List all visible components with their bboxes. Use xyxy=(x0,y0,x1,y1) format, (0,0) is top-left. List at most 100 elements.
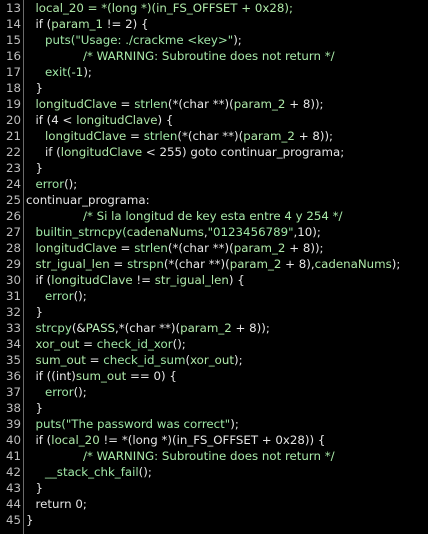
code-text: } xyxy=(36,480,44,496)
code-line[interactable]: 41 /* WARNING: Subroutine does not return… xyxy=(0,448,428,464)
code-token: sum_out xyxy=(75,369,127,383)
code-line[interactable]: 18} xyxy=(0,80,428,96)
code-line[interactable]: 15 puts("Usage: ./crackme <key>"); xyxy=(0,32,428,48)
code-token: ); xyxy=(233,353,243,367)
code-text: xor_out = check_id_xor(); xyxy=(36,336,186,352)
code-token: = xyxy=(109,257,128,271)
code-token: param_2 xyxy=(243,129,295,143)
code-line[interactable]: 40 if (local_20 != *(long *)(in_FS_OFFSET… xyxy=(0,432,428,448)
code-text: str_igual_len = strspn(*(char **)(param_… xyxy=(36,256,401,272)
code-token: ); xyxy=(230,417,239,431)
line-number: 19 xyxy=(5,97,21,111)
code-line[interactable]: 29 str_igual_len = strspn(*(char **)(para… xyxy=(0,256,428,272)
code-token: sum_out xyxy=(35,353,86,367)
code-text: sum_out = check_id_sum(xor_out); xyxy=(36,352,243,368)
code-line[interactable]: 34 xor_out = check_id_xor(); xyxy=(0,336,428,352)
code-token: (& xyxy=(71,321,86,335)
code-token: if ( xyxy=(35,273,52,287)
code-line[interactable]: 32} xyxy=(0,304,428,320)
code-line[interactable]: 33 strcpy(&PASS,*(char **)(param_2 + 8)); xyxy=(0,320,428,336)
line-number: 43 xyxy=(5,481,21,495)
code-token: longitudClave xyxy=(35,241,117,255)
code-token: } xyxy=(35,481,44,495)
line-number: 17 xyxy=(5,65,21,79)
code-token: puts( xyxy=(35,417,66,431)
code-text: __stack_chk_fail(); xyxy=(45,464,152,480)
code-token: strlen xyxy=(134,241,168,255)
code-token: str_igual_len xyxy=(154,273,229,287)
code-line[interactable]: 42 __stack_chk_fail(); xyxy=(0,464,428,480)
code-token: strspn xyxy=(127,257,164,271)
code-token: local_20 xyxy=(51,433,100,447)
code-line[interactable]: 24 error(); xyxy=(0,176,428,192)
code-line[interactable]: 20 if (4 < longitudClave) { xyxy=(0,112,428,128)
code-line[interactable]: 43} xyxy=(0,480,428,496)
code-text: } xyxy=(26,512,34,528)
code-line[interactable]: 35 sum_out = check_id_sum(xor_out); xyxy=(0,352,428,368)
decompiler-code-view[interactable]: 13 local_20 = *(long *)(in_FS_OFFSET + 0x… xyxy=(0,0,428,534)
code-token: return 0; xyxy=(35,497,87,511)
code-token: (); xyxy=(138,465,152,479)
code-token: "0123456789" xyxy=(207,225,294,239)
code-token: /* WARNING: Subroutine does not return *… xyxy=(83,49,335,63)
code-token: ,*(char **)( xyxy=(115,321,181,335)
code-token: PASS xyxy=(85,321,116,335)
line-number: 23 xyxy=(5,161,21,175)
code-text: /* WARNING: Subroutine does not return *… xyxy=(83,448,335,464)
code-token: + 8)); xyxy=(285,241,324,255)
code-line[interactable]: 36 if ((int)sum_out == 0) { xyxy=(0,368,428,384)
code-token: param_2 xyxy=(233,241,286,255)
code-token: } xyxy=(26,513,34,527)
code-text: if (longitudClave < 255) goto continuar_… xyxy=(45,144,344,160)
code-line[interactable]: 14 if (param_1 != 2) { xyxy=(0,16,428,32)
code-line[interactable]: 25 continuar_programa: xyxy=(0,192,428,208)
code-line[interactable]: 28 longitudClave = strlen(*(char **)(para… xyxy=(0,240,428,256)
code-line[interactable]: 27 builtin_strncpy(cadenaNums,"0123456789… xyxy=(0,224,428,240)
code-token: = xyxy=(116,241,135,255)
code-token: param_2 xyxy=(180,321,232,335)
code-line[interactable]: 37 error(); xyxy=(0,384,428,400)
code-token: if ( xyxy=(35,433,52,447)
code-text: } xyxy=(36,400,44,416)
code-token: + 8)); xyxy=(231,321,270,335)
code-text: exit(-1); xyxy=(45,64,92,80)
code-token: (); xyxy=(73,289,87,303)
code-token: ); xyxy=(233,33,242,47)
code-token: = xyxy=(116,97,135,111)
code-token: (*(char **)( xyxy=(167,241,234,255)
code-line[interactable]: 17 exit(-1); xyxy=(0,64,428,80)
code-line[interactable]: 13 local_20 = *(long *)(in_FS_OFFSET + 0x… xyxy=(0,0,428,16)
code-token: if ( xyxy=(45,145,61,159)
line-number: 40 xyxy=(5,433,21,447)
code-token: strlen xyxy=(143,129,178,143)
line-number: 44 xyxy=(5,497,21,511)
code-token: (*(char **)( xyxy=(163,257,230,271)
code-line[interactable]: 30 if (longitudClave != str_igual_len) { xyxy=(0,272,428,288)
code-token: } xyxy=(35,305,44,319)
code-token: (*(char **)( xyxy=(167,97,234,111)
code-line[interactable]: 21 longitudClave = strlen(*(char **)(para… xyxy=(0,128,428,144)
code-token: (); xyxy=(73,385,87,399)
code-token: = xyxy=(79,337,97,351)
code-line[interactable]: 26 /* Si la longitud de key esta entre 4 … xyxy=(0,208,428,224)
code-line[interactable]: 22 if (longitudClave < 255) goto continua… xyxy=(0,144,428,160)
code-token: = xyxy=(126,129,144,143)
code-line[interactable]: 44 return 0; xyxy=(0,496,428,512)
code-line[interactable]: 45} xyxy=(0,512,428,528)
code-line[interactable]: 31 error(); xyxy=(0,288,428,304)
code-line[interactable]: 16 /* WARNING: Subroutine does not return… xyxy=(0,48,428,64)
code-token: local_20 = *(long *)(in_FS_OFFSET + 0x28… xyxy=(35,1,293,15)
line-number: 36 xyxy=(5,369,21,383)
code-token: error xyxy=(35,177,65,191)
code-token: check_id_xor xyxy=(96,337,173,351)
code-line[interactable]: 38} xyxy=(0,400,428,416)
line-number: 22 xyxy=(5,145,21,159)
code-line[interactable]: 19 longitudClave = strlen(*(char **)(para… xyxy=(0,96,428,112)
code-token: == 0) { xyxy=(126,369,177,383)
code-line[interactable]: 39 puts("The password was correct"); xyxy=(0,416,428,432)
code-token: longitudClave xyxy=(60,145,143,159)
code-text: } xyxy=(36,160,44,176)
code-token: if (4 < xyxy=(35,113,77,127)
code-line[interactable]: 23} xyxy=(0,160,428,176)
code-token: (); xyxy=(64,177,78,191)
